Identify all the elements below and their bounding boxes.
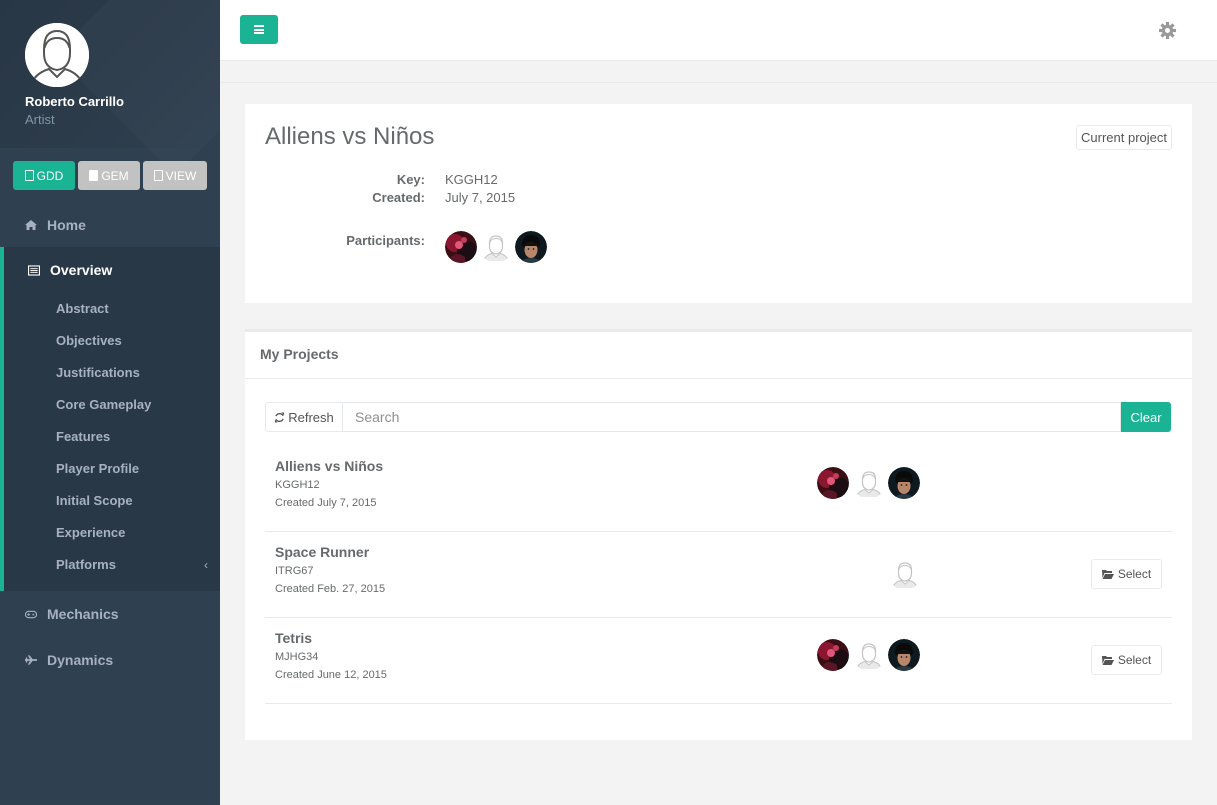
project-participants xyxy=(817,639,921,671)
sub-item-features[interactable]: Features xyxy=(56,429,110,444)
home-icon xyxy=(25,219,37,230)
project-name[interactable]: Space Runner xyxy=(275,544,369,560)
sub-item-experience[interactable]: Experience xyxy=(56,525,125,540)
my-projects-panel: My Projects Refresh Clear Alliens vs Niñ… xyxy=(245,329,1192,740)
gem-button[interactable]: GEM xyxy=(78,161,140,190)
project-row: Space Runner ITRG67 Created Feb. 27, 201… xyxy=(265,532,1172,618)
select-project-button[interactable]: Select xyxy=(1091,559,1162,589)
file-pdf-icon xyxy=(153,170,163,181)
sub-item-objectives[interactable]: Objectives xyxy=(56,333,122,348)
project-created: Created June 12, 2015 xyxy=(275,669,387,681)
participants-label: Participants: xyxy=(346,233,425,248)
refresh-button[interactable]: Refresh xyxy=(265,402,343,432)
project-row: Tetris MJHG34 Created June 12, 2015 Sele… xyxy=(265,618,1172,704)
project-key: MJHG34 xyxy=(275,651,319,663)
nav-overview-label: Overview xyxy=(50,262,113,278)
participant-avatar[interactable] xyxy=(888,467,920,499)
menu-toggle-button[interactable] xyxy=(240,15,278,44)
created-value: July 7, 2015 xyxy=(445,190,516,205)
refresh-label: Refresh xyxy=(288,409,334,425)
profile-header: Roberto Carrillo Artist xyxy=(0,0,220,148)
view-button[interactable]: VIEW xyxy=(143,161,207,190)
project-name[interactable]: Alliens vs Niños xyxy=(275,458,383,474)
participant-avatar[interactable] xyxy=(817,467,849,499)
sidebar: Roberto Carrillo Artist GDD GEM VIEW Hom… xyxy=(0,0,220,805)
user-role: Artist xyxy=(25,112,55,127)
select-label: Select xyxy=(1117,567,1152,581)
panel-title: My Projects xyxy=(245,332,1192,379)
participant-avatar[interactable] xyxy=(889,558,921,590)
nav-home-label: Home xyxy=(47,216,86,233)
file-filled-icon xyxy=(89,170,99,181)
participant-avatar[interactable] xyxy=(888,639,920,671)
user-name[interactable]: Roberto Carrillo xyxy=(25,94,220,109)
nav-item-home[interactable]: Home xyxy=(0,203,220,246)
user-avatar[interactable] xyxy=(25,23,89,87)
sub-item-player-profile[interactable]: Player Profile xyxy=(56,461,139,476)
select-label: Select xyxy=(1117,653,1152,667)
sub-item-initial-scope[interactable]: Initial Scope xyxy=(56,493,133,508)
participant-avatar[interactable] xyxy=(515,231,547,263)
sub-item-platforms[interactable]: Platforms xyxy=(56,557,116,572)
project-created: Created July 7, 2015 xyxy=(275,497,377,509)
view-button-label: VIEW xyxy=(165,168,197,183)
folder-open-icon xyxy=(1101,656,1114,665)
breadcrumb-strip xyxy=(220,61,1217,83)
top-navbar xyxy=(220,0,1217,61)
project-participants xyxy=(817,553,921,585)
nav-item-mechanics[interactable]: Mechanics xyxy=(0,594,220,634)
created-label: Created: xyxy=(372,190,425,205)
project-row: Alliens vs Niños KGGH12 Created July 7, … xyxy=(265,446,1172,532)
file-icon xyxy=(24,170,34,181)
sub-item-abstract[interactable]: Abstract xyxy=(56,301,109,316)
nav-mechanics-label: Mechanics xyxy=(47,606,119,622)
participant-avatar[interactable] xyxy=(853,467,885,499)
project-participants xyxy=(817,467,921,499)
nav-item-dynamics[interactable]: Dynamics xyxy=(0,640,220,680)
clear-button[interactable]: Clear xyxy=(1121,402,1171,432)
nav-item-overview[interactable]: Overview xyxy=(0,250,220,290)
gamepad-icon xyxy=(25,609,37,619)
search-input[interactable] xyxy=(343,402,1121,432)
gem-button-label: GEM xyxy=(101,168,129,183)
sub-item-justifications[interactable]: Justifications xyxy=(56,365,140,380)
list-alt-icon xyxy=(28,264,40,276)
participants-list xyxy=(445,231,547,263)
gear-icon[interactable] xyxy=(1158,21,1177,40)
refresh-icon xyxy=(275,411,285,423)
document-buttons: GDD GEM VIEW xyxy=(13,161,207,190)
project-key: ITRG67 xyxy=(275,565,314,577)
hamburger-icon xyxy=(254,25,264,34)
participant-avatar[interactable] xyxy=(853,639,885,671)
search-bar: Refresh Clear xyxy=(265,402,1171,432)
current-project-badge: Current project xyxy=(1076,125,1172,150)
key-value: KGGH12 xyxy=(445,172,498,187)
plane-icon xyxy=(25,655,37,665)
project-created: Created Feb. 27, 2015 xyxy=(275,583,386,595)
project-title: Alliens vs Niños xyxy=(265,123,435,150)
participant-avatar[interactable] xyxy=(480,231,512,263)
current-project-panel: Alliens vs Niños Current project Key: KG… xyxy=(245,104,1192,303)
chevron-left-icon[interactable]: ‹ xyxy=(204,558,208,572)
gdd-button-label: GDD xyxy=(36,168,64,183)
participant-avatar[interactable] xyxy=(445,231,477,263)
sub-item-core-gameplay[interactable]: Core Gameplay xyxy=(56,397,151,412)
nav-dynamics-label: Dynamics xyxy=(47,652,114,668)
gdd-button[interactable]: GDD xyxy=(13,161,75,190)
project-name[interactable]: Tetris xyxy=(275,630,312,646)
project-key: KGGH12 xyxy=(275,479,320,491)
participant-avatar[interactable] xyxy=(817,639,849,671)
select-project-button[interactable]: Select xyxy=(1091,645,1162,675)
key-label: Key: xyxy=(396,172,425,187)
folder-open-icon xyxy=(1101,570,1114,579)
